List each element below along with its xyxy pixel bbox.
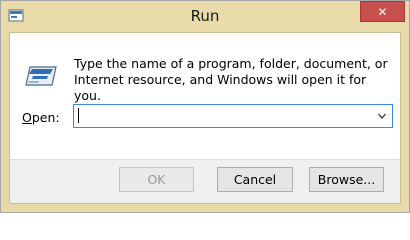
window-title: Run xyxy=(190,7,220,25)
open-label: Open: xyxy=(22,110,60,125)
title-bar[interactable]: Run ✕ xyxy=(1,1,409,35)
instruction-text: Type the name of a program, folder, docu… xyxy=(74,56,388,103)
run-dialog-window: Run ✕ Type the name of a program, folder… xyxy=(0,0,410,213)
open-input[interactable] xyxy=(77,107,367,125)
cancel-button[interactable]: Cancel xyxy=(217,167,293,192)
close-button[interactable]: ✕ xyxy=(360,1,405,22)
browse-button[interactable]: Browse... xyxy=(309,167,384,192)
ok-button[interactable]: OK xyxy=(119,167,194,192)
close-icon: ✕ xyxy=(377,4,388,19)
open-label-text: pen: xyxy=(31,110,60,125)
chevron-down-icon[interactable] xyxy=(376,109,388,123)
text-caret xyxy=(78,108,79,123)
run-dialog-icon xyxy=(25,66,57,86)
content-area: Type the name of a program, folder, docu… xyxy=(10,33,400,159)
open-combobox[interactable] xyxy=(73,104,393,128)
open-label-accelerator: O xyxy=(22,110,32,125)
